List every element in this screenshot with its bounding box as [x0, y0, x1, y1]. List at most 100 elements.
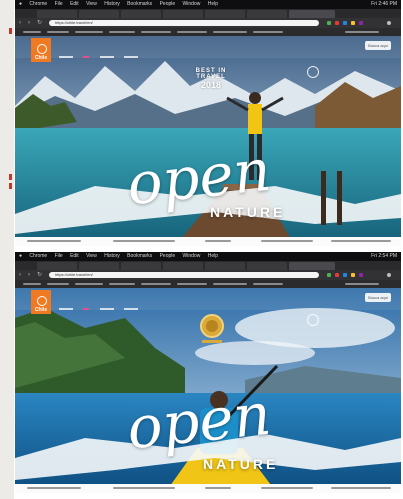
browser-tab[interactable] — [247, 10, 287, 18]
browser-tab[interactable] — [121, 10, 161, 18]
menu-history[interactable]: History — [104, 0, 120, 9]
extension-icon[interactable] — [359, 21, 363, 25]
chile-logo[interactable]: Chile — [31, 290, 51, 314]
extension-icon[interactable] — [343, 21, 347, 25]
chile-logo[interactable]: Chile — [31, 38, 51, 62]
extension-icon[interactable] — [359, 273, 363, 277]
extension-icon[interactable] — [351, 21, 355, 25]
back-icon[interactable]: ‹ — [19, 272, 25, 278]
address-bar[interactable]: https://chile.travel/en/ — [49, 272, 319, 278]
browser-tab[interactable] — [121, 262, 161, 270]
browser-tab[interactable] — [247, 262, 287, 270]
browser-tab-active[interactable] — [289, 10, 335, 18]
bookmark-item[interactable] — [213, 31, 247, 33]
bookmark-item[interactable] — [23, 31, 41, 33]
menu-app-name[interactable]: Chrome — [29, 252, 47, 261]
site-nav-item[interactable] — [99, 56, 114, 58]
browser-tab[interactable] — [79, 10, 119, 18]
profile-avatar[interactable] — [387, 273, 391, 277]
bookmark-item[interactable] — [109, 31, 135, 33]
award-line1: BEST IN TRAVEL — [195, 68, 227, 80]
reload-icon[interactable]: ↻ — [37, 272, 43, 278]
extension-icon[interactable] — [327, 273, 331, 277]
bookmark-item[interactable] — [345, 31, 379, 33]
browser-screenshot-2: ● Chrome File Edit View History Bookmark… — [15, 252, 401, 493]
extension-icon[interactable] — [335, 21, 339, 25]
site-search-button[interactable]: Busca aqui — [365, 41, 391, 50]
menu-help[interactable]: Help — [208, 252, 218, 261]
menu-edit[interactable]: Edit — [70, 0, 79, 9]
browser-tab-active[interactable] — [289, 262, 335, 270]
menu-bookmarks[interactable]: Bookmarks — [127, 252, 152, 261]
address-bar[interactable]: https://chile.travel/en/ — [49, 20, 319, 26]
extension-icon[interactable] — [327, 21, 331, 25]
menu-history[interactable]: History — [104, 252, 120, 261]
browser-tab[interactable] — [205, 262, 245, 270]
footer-link[interactable] — [27, 487, 81, 489]
bookmark-item[interactable] — [253, 283, 283, 285]
browser-tab[interactable] — [163, 262, 203, 270]
menu-file[interactable]: File — [55, 252, 63, 261]
menu-window[interactable]: Window — [183, 252, 201, 261]
menu-people[interactable]: People — [160, 252, 176, 261]
site-nav-item-highlight[interactable] — [83, 308, 90, 310]
menu-view[interactable]: View — [86, 0, 97, 9]
apple-icon[interactable]: ● — [19, 252, 22, 261]
reload-icon[interactable]: ↻ — [37, 20, 43, 26]
bookmark-item[interactable] — [141, 31, 171, 33]
menu-app-name[interactable]: Chrome — [29, 0, 47, 9]
bookmark-item[interactable] — [253, 31, 283, 33]
footer-link[interactable] — [205, 240, 231, 242]
browser-tab[interactable] — [79, 262, 119, 270]
footer-link[interactable] — [113, 240, 175, 242]
footer-link[interactable] — [261, 240, 313, 242]
apple-icon[interactable]: ● — [19, 0, 22, 9]
site-nav-item[interactable] — [59, 56, 73, 58]
forward-icon[interactable]: › — [28, 272, 34, 278]
bookmark-item[interactable] — [213, 283, 247, 285]
site-header: Chile Busca aqui — [15, 36, 401, 62]
menu-help[interactable]: Help — [208, 0, 218, 9]
bookmark-item[interactable] — [109, 283, 135, 285]
logo-text: Chile — [34, 307, 48, 313]
site-search-button[interactable]: Busca aqui — [365, 293, 391, 302]
footer-link[interactable] — [27, 240, 81, 242]
bookmark-item[interactable] — [345, 283, 379, 285]
bookmark-item[interactable] — [177, 283, 207, 285]
browser-tab[interactable] — [37, 262, 77, 270]
bookmark-item[interactable] — [75, 31, 103, 33]
browser-tab[interactable] — [205, 10, 245, 18]
carousel-pager[interactable] — [307, 66, 319, 78]
site-nav-item[interactable] — [99, 308, 114, 310]
bookmark-item[interactable] — [177, 31, 207, 33]
bookmark-item[interactable] — [141, 283, 171, 285]
extension-icon[interactable] — [351, 273, 355, 277]
site-nav-item-highlight[interactable] — [83, 56, 90, 58]
footer-link[interactable] — [205, 487, 231, 489]
bookmark-item[interactable] — [23, 283, 41, 285]
bookmark-item[interactable] — [47, 283, 69, 285]
bookmark-item[interactable] — [75, 283, 103, 285]
browser-tab[interactable] — [163, 10, 203, 18]
back-icon[interactable]: ‹ — [19, 20, 25, 26]
menu-window[interactable]: Window — [183, 0, 201, 9]
footer-link[interactable] — [331, 240, 391, 242]
menu-view[interactable]: View — [86, 252, 97, 261]
site-nav-item[interactable] — [124, 56, 139, 58]
menu-people[interactable]: People — [160, 0, 176, 9]
extension-icon[interactable] — [343, 273, 347, 277]
extension-icon[interactable] — [335, 273, 339, 277]
footer-link[interactable] — [331, 487, 391, 489]
site-nav-item[interactable] — [124, 308, 139, 310]
menu-edit[interactable]: Edit — [70, 252, 79, 261]
bookmark-item[interactable] — [47, 31, 69, 33]
browser-tab[interactable] — [37, 10, 77, 18]
profile-avatar[interactable] — [387, 21, 391, 25]
footer-link[interactable] — [261, 487, 313, 489]
forward-icon[interactable]: › — [28, 20, 34, 26]
menu-file[interactable]: File — [55, 0, 63, 9]
menu-bookmarks[interactable]: Bookmarks — [127, 0, 152, 9]
site-nav-item[interactable] — [59, 308, 73, 310]
carousel-pager[interactable] — [307, 314, 319, 326]
footer-link[interactable] — [113, 487, 175, 489]
